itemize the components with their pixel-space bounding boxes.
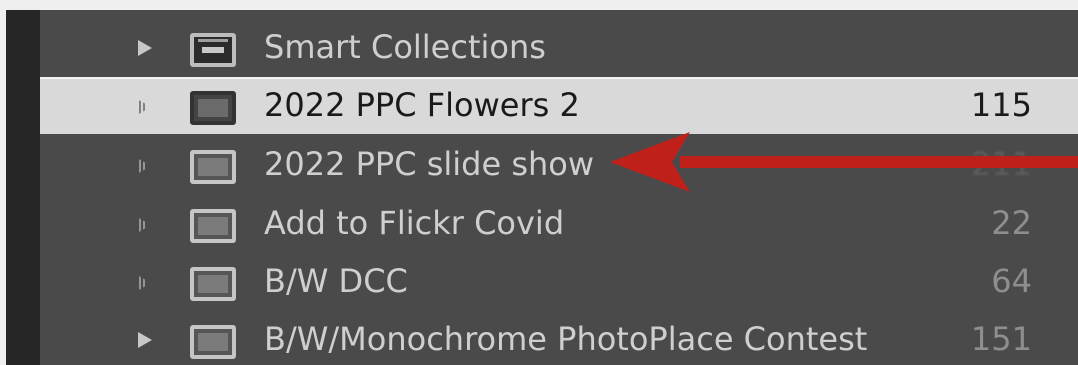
collection-expand-triangle-icon[interactable] — [137, 275, 151, 291]
collection-set-smart-collections[interactable]: Smart Collections — [40, 19, 1078, 76]
collection-icon — [190, 209, 236, 243]
expand-triangle-icon[interactable] — [138, 40, 152, 56]
collection-row-bw-monochrome-photoplace-contest[interactable]: B/W/Monochrome PhotoPlace Contest 151 — [40, 311, 1078, 365]
collection-icon — [190, 91, 236, 125]
panel-left-rail — [6, 10, 40, 365]
collection-label: 2022 PPC slide show — [264, 145, 595, 183]
collection-expand-triangle-icon[interactable] — [137, 158, 151, 174]
smart-collection-set-icon — [190, 33, 236, 67]
collection-expand-triangle-icon[interactable] — [137, 99, 151, 115]
collection-row-2022-ppc-flowers-2[interactable]: 2022 PPC Flowers 2 115 — [40, 77, 1078, 134]
collection-count: 115 — [970, 86, 1032, 124]
collection-label: B/W DCC — [264, 262, 408, 300]
collection-icon — [190, 325, 236, 359]
arrow-head — [610, 132, 690, 192]
annotation-arrow-icon — [610, 132, 1078, 192]
expand-triangle-icon[interactable] — [138, 332, 152, 348]
collection-row-bw-dcc[interactable]: B/W DCC 64 — [40, 253, 1078, 310]
collection-label: 2022 PPC Flowers 2 — [264, 86, 580, 124]
collection-label: Smart Collections — [264, 28, 546, 66]
collection-count: 22 — [991, 204, 1032, 242]
collection-row-add-to-flickr-covid[interactable]: Add to Flickr Covid 22 — [40, 195, 1078, 252]
collection-expand-triangle-icon[interactable] — [137, 217, 151, 233]
collection-label: Add to Flickr Covid — [264, 204, 565, 242]
collection-label: B/W/Monochrome PhotoPlace Contest — [264, 320, 868, 358]
collection-icon — [190, 267, 236, 301]
collection-count: 151 — [970, 320, 1032, 358]
collection-count: 64 — [991, 262, 1032, 300]
collection-icon — [190, 150, 236, 184]
